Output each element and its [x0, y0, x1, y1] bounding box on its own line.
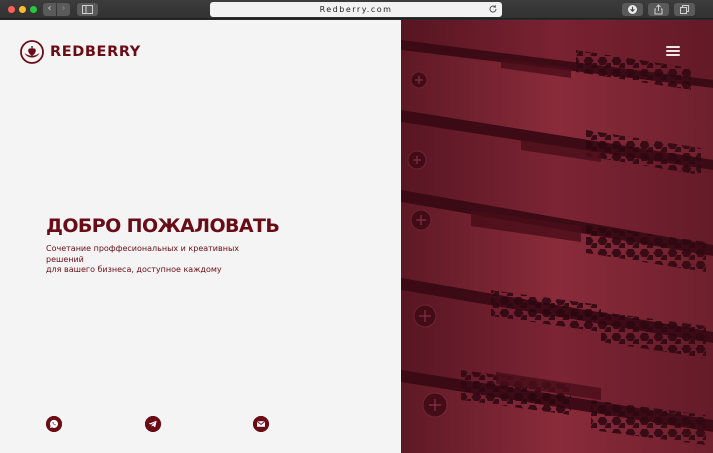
- hamburger-menu-icon[interactable]: [666, 46, 680, 58]
- telegram-icon: [145, 416, 161, 432]
- telegram-link[interactable]: [145, 416, 161, 432]
- downloads-button[interactable]: [622, 3, 643, 16]
- hero-left-panel: REDBERRY ДОБРО ПОЖАЛОВАТЬ Сочетание проф…: [0, 20, 401, 453]
- address-bar-url: Redberry.com: [319, 5, 393, 14]
- address-bar[interactable]: Redberry.com: [210, 2, 502, 17]
- web-page: REDBERRY ДОБРО ПОЖАЛОВАТЬ Сочетание проф…: [0, 20, 713, 453]
- back-button[interactable]: ‹: [43, 3, 56, 16]
- whatsapp-icon: [46, 416, 62, 432]
- hero-image-panel: [401, 20, 713, 453]
- server-rack-image: [401, 20, 713, 453]
- email-link[interactable]: [253, 416, 269, 432]
- minimize-window-button[interactable]: [19, 6, 26, 13]
- tabs-overview-button[interactable]: [674, 3, 695, 16]
- hero-title: ДОБРО ПОЖАЛОВАТЬ: [46, 215, 280, 237]
- share-icon: [654, 4, 663, 15]
- maximize-window-button[interactable]: [30, 6, 37, 13]
- hero-subtitle-line-1: Сочетание проффесиональных и креативных …: [46, 244, 239, 264]
- sidebar-icon: [82, 5, 93, 14]
- tabs-icon: [680, 5, 689, 14]
- browser-titlebar: ‹ › Redberry.com: [0, 0, 713, 19]
- reload-icon[interactable]: [488, 4, 498, 14]
- sidebar-toggle-button[interactable]: [77, 3, 98, 16]
- hero-subtitle-line-2: для вашего бизнеса, доступное каждому: [46, 265, 222, 274]
- brand-name: REDBERRY: [50, 44, 141, 60]
- forward-button[interactable]: ›: [57, 3, 70, 16]
- brand-logo[interactable]: REDBERRY: [20, 40, 141, 64]
- share-button[interactable]: [648, 3, 669, 16]
- download-icon: [628, 5, 637, 14]
- mail-icon: [253, 416, 269, 432]
- hero-subtitle: Сочетание проффесиональных и креативных …: [46, 244, 276, 276]
- whatsapp-link[interactable]: [46, 416, 62, 432]
- close-window-button[interactable]: [8, 6, 15, 13]
- redberry-logo-icon: [20, 40, 44, 64]
